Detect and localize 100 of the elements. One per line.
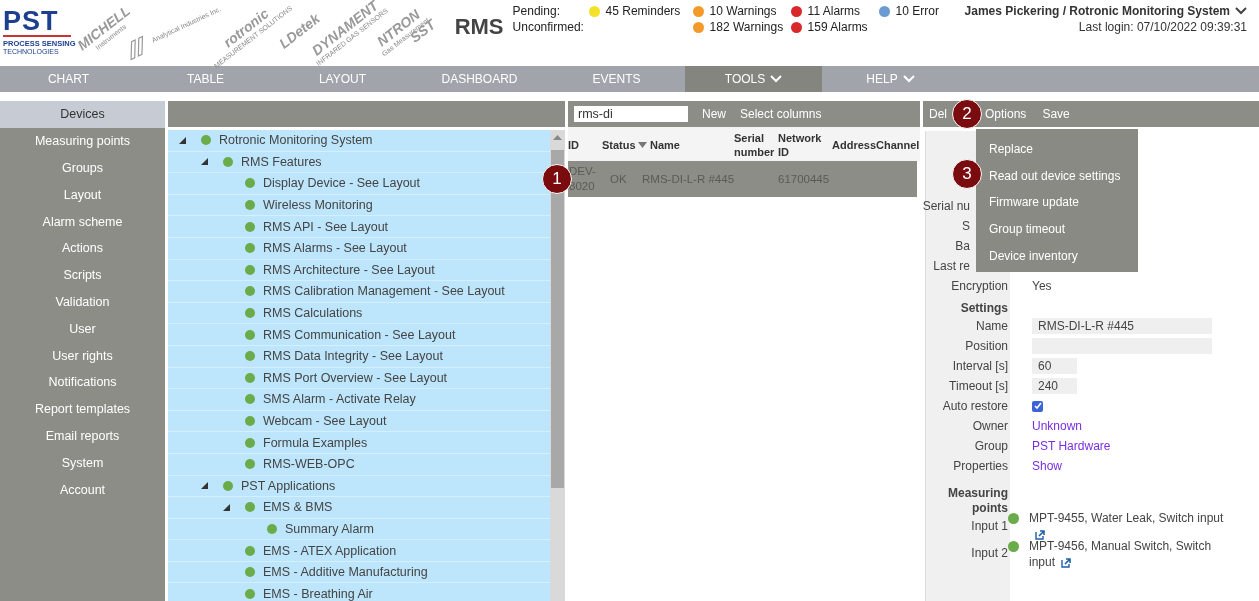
tree-item[interactable]: RMS Calibration Management - See Layout <box>168 281 550 303</box>
tree-item[interactable]: Wireless Monitoring <box>168 194 550 217</box>
tree-item[interactable]: EMS - Breathing Air <box>168 583 550 601</box>
column-header[interactable]: ID <box>568 138 579 152</box>
tree-item[interactable]: RMS Communication - See Layout <box>168 324 550 346</box>
nav-tab[interactable]: TOOLS <box>685 66 822 92</box>
field-label: Name <box>976 319 1008 333</box>
column-header[interactable]: Address <box>832 138 877 152</box>
column-header[interactable]: Serial number <box>734 131 778 159</box>
status-dot <box>245 308 255 319</box>
field-label: Owner <box>972 419 1008 433</box>
status-dot <box>223 480 233 491</box>
sidebar-item[interactable]: Devices <box>0 101 165 128</box>
status-dot <box>245 243 255 254</box>
field-label: Position <box>965 339 1008 353</box>
text-field[interactable]: RMS-DI-L-R #445 <box>1032 318 1212 334</box>
field-label: Interval [s] <box>952 359 1008 373</box>
status-dot <box>245 502 255 513</box>
status-count[interactable]: 11 Alarms <box>807 4 861 18</box>
tree-item[interactable]: Summary Alarm <box>168 518 550 541</box>
user-name[interactable]: James Pickering / Rotronic Monitoring System <box>964 4 1230 18</box>
last-login: Last login: 07/10/2022 09:39:31 <box>1078 20 1247 34</box>
field-link[interactable]: PST Hardware <box>1032 439 1111 453</box>
tree-label: Display Device - See Layout <box>263 176 421 191</box>
status-dot <box>245 286 255 297</box>
tree-label: Webcam - See Layout <box>263 414 387 428</box>
tree-label: EMS - Additive Manufacturing <box>263 565 428 580</box>
field-label: S <box>962 219 970 233</box>
tree-item[interactable]: EMS - ATEX Application <box>168 540 550 562</box>
chevron-icon <box>1235 7 1247 15</box>
status-dot <box>245 437 255 448</box>
tree-item[interactable]: EMS & BMS <box>168 497 550 519</box>
tree-item[interactable]: Rotronic Monitoring System <box>168 130 550 152</box>
field-label: Group <box>974 439 1008 453</box>
tree-label: PST Applications <box>241 478 336 493</box>
field-label: Ba <box>955 239 970 253</box>
field-label: Input 1 <box>971 519 1008 533</box>
status-count[interactable]: 45 Reminders <box>605 4 681 18</box>
tree-label: Rotronic Monitoring System <box>219 133 373 148</box>
status-dot <box>201 135 211 146</box>
tree-label: EMS - Breathing Air <box>263 586 373 601</box>
tree-item[interactable]: Formula Examples <box>168 432 550 454</box>
tree-label: RMS Port Overview - See Layout <box>263 370 448 385</box>
status-dot <box>245 545 255 556</box>
external-link-icon[interactable] <box>1061 557 1072 568</box>
tree-item[interactable]: RMS Port Overview - See Layout <box>168 367 550 390</box>
tree-label: RMS Calculations <box>263 306 363 321</box>
field-label: Last re <box>933 259 970 273</box>
tree-label: EMS & BMS <box>263 500 333 515</box>
tree-item[interactable]: PST Applications <box>168 475 550 498</box>
tree-item[interactable]: RMS Architecture - See Layout <box>168 259 550 282</box>
status-dot <box>245 394 255 405</box>
expander-icon[interactable] <box>200 157 209 167</box>
status-dot <box>245 372 255 383</box>
tree-item[interactable]: RMS Features <box>168 151 550 174</box>
field-label: Auto restore <box>942 399 1008 413</box>
expander-icon[interactable] <box>200 481 209 491</box>
tree-label: RMS Calibration Management - See Layout <box>263 284 505 299</box>
tree-item[interactable]: RMS Data Integrity - See Layout <box>168 345 550 368</box>
scrollbar[interactable] <box>550 130 565 601</box>
expander-icon[interactable] <box>222 502 231 512</box>
field-link[interactable]: Show <box>1032 459 1063 473</box>
status-label: Pending: <box>512 4 561 18</box>
tree-label: RMS Architecture - See Layout <box>263 262 435 277</box>
status-count[interactable]: 159 Alarms <box>807 20 868 34</box>
status-count[interactable]: 10 Warnings <box>709 4 777 18</box>
field-link[interactable]: Unknown <box>1032 419 1083 433</box>
expander-icon[interactable] <box>178 135 187 145</box>
status-dot <box>245 459 255 470</box>
status-count[interactable]: 182 Warnings <box>709 20 784 34</box>
status-label: Unconfirmed: <box>512 20 585 34</box>
status-dot <box>245 588 255 599</box>
tree-label: RMS API - See Layout <box>263 219 389 234</box>
tree-label: RMS Communication - See Layout <box>263 327 456 342</box>
tree-label: RMS Alarms - See Layout <box>263 241 407 256</box>
external-link-icon[interactable] <box>1035 529 1045 540</box>
checkbox[interactable] <box>1032 400 1043 412</box>
tree-label: RMS Data Integrity - See Layout <box>263 349 443 364</box>
text-field[interactable]: 240 <box>1032 378 1077 394</box>
tree-item[interactable]: SMS Alarm - Activate Relay <box>168 389 550 411</box>
search-field[interactable]: rms-di <box>574 106 688 122</box>
status-count[interactable]: 10 Error <box>895 4 939 18</box>
tree-item[interactable]: RMS API - See Layout <box>168 216 550 238</box>
tree-item[interactable]: Webcam - See Layout <box>168 410 550 433</box>
tree-item[interactable]: Display Device - See Layout <box>168 173 550 195</box>
status-dot <box>245 221 255 232</box>
column-header[interactable]: Status <box>602 138 636 152</box>
column-header[interactable]: Channel <box>876 138 920 152</box>
column-header[interactable]: Network ID <box>778 131 832 159</box>
tree-item[interactable]: RMS Calculations <box>168 302 550 325</box>
tree-item[interactable]: EMS - Additive Manufacturing <box>168 561 550 584</box>
tree-label: SMS Alarm - Activate Relay <box>263 392 416 407</box>
column-header[interactable]: Name <box>650 138 680 152</box>
tree-item[interactable]: RMS Alarms - See Layout <box>168 237 550 260</box>
tree-label: EMS - ATEX Application <box>263 543 397 558</box>
section-title: Measuring points <box>947 486 1008 516</box>
tree-label: Formula Examples <box>263 435 368 450</box>
tree-item[interactable]: RMS-WEB-OPC <box>168 453 550 476</box>
tree-label: Wireless Monitoring <box>263 198 373 213</box>
text-field[interactable]: 60 <box>1032 358 1077 374</box>
